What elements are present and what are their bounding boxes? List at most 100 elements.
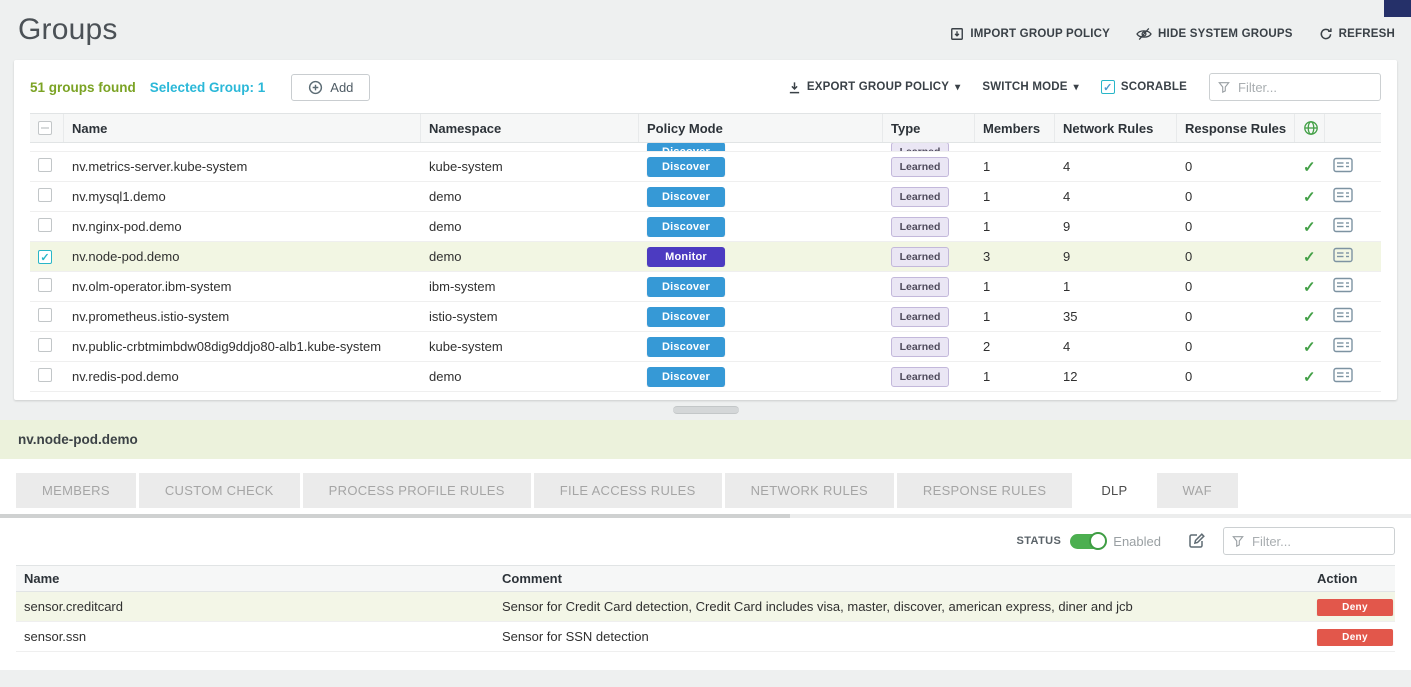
response-rules-cell: 0 — [1177, 219, 1295, 234]
type-badge: Learned — [891, 217, 949, 237]
group-namespace-cell: ibm-system — [421, 279, 639, 294]
row-checkbox[interactable] — [38, 218, 52, 232]
select-all-checkbox[interactable] — [38, 121, 52, 135]
refresh-button[interactable]: REFRESH — [1319, 27, 1395, 41]
edit-sensors-button[interactable] — [1188, 532, 1206, 550]
type-badge: Learned — [891, 247, 949, 267]
response-rules-cell: 0 — [1177, 279, 1295, 294]
type-badge: Learned — [891, 277, 949, 297]
group-row[interactable]: nv.prometheus.istio-systemistio-systemDi… — [30, 302, 1381, 332]
group-detail-icon[interactable] — [1333, 337, 1353, 353]
row-checkbox[interactable] — [38, 250, 52, 264]
group-namespace-cell: kube-system — [421, 159, 639, 174]
column-header-policy-mode[interactable]: Policy Mode — [639, 114, 883, 142]
members-cell: 1 — [975, 189, 1055, 204]
row-checkbox[interactable] — [38, 158, 52, 172]
plus-circle-icon — [308, 80, 323, 95]
column-header-namespace[interactable]: Namespace — [421, 114, 639, 142]
column-header-network-rules[interactable]: Network Rules — [1055, 114, 1177, 142]
switch-mode-button[interactable]: SWITCH MODE — [982, 81, 1078, 93]
sensor-name-cell: sensor.ssn — [16, 629, 494, 644]
policy-mode-button[interactable]: Discover — [647, 157, 725, 177]
dlp-filter-input[interactable] — [1250, 533, 1386, 550]
policy-mode-button[interactable]: Discover — [647, 307, 725, 327]
group-row[interactable]: nv.mysql1.demodemoDiscoverLearned140 — [30, 182, 1381, 212]
check-icon — [40, 249, 49, 264]
group-detail-icon[interactable] — [1333, 367, 1353, 383]
group-row[interactable]: nv.node-pod.demodemoMonitorLearned390 — [30, 242, 1381, 272]
tab-process-profile-rules[interactable]: PROCESS PROFILE RULES — [303, 473, 531, 508]
group-row-partial[interactable]: Discover Learned — [30, 143, 1381, 152]
policy-mode-button[interactable]: Discover — [647, 143, 725, 152]
group-detail-icon[interactable] — [1333, 187, 1353, 203]
group-detail-icon[interactable] — [1333, 277, 1353, 293]
selected-group-count: Selected Group: 1 — [150, 80, 266, 95]
tab-members[interactable]: MEMBERS — [16, 473, 136, 508]
import-group-policy-button[interactable]: IMPORT GROUP POLICY — [950, 27, 1110, 41]
status-toggle[interactable] — [1070, 534, 1104, 549]
status-label: STATUS — [1017, 535, 1062, 547]
column-header-members[interactable]: Members — [975, 114, 1055, 142]
group-row[interactable]: nv.metrics-server.kube-systemkube-system… — [30, 152, 1381, 182]
sensor-name-cell: sensor.creditcard — [16, 599, 494, 614]
sensor-row[interactable]: sensor.ssnSensor for SSN detectionDeny — [16, 622, 1395, 652]
policy-mode-button[interactable]: Discover — [647, 337, 725, 357]
header-actions: IMPORT GROUP POLICY HIDE SYSTEM GROUPS R… — [950, 27, 1395, 41]
group-detail-icon[interactable] — [1333, 307, 1353, 323]
group-row[interactable]: nv.olm-operator.ibm-systemibm-system Disc… — [30, 272, 1381, 302]
dlp-table-header: Name Comment Action — [16, 565, 1395, 592]
sensor-row[interactable]: sensor.creditcardSensor for Credit Card … — [16, 592, 1395, 622]
groups-found-count: 51 groups found — [30, 80, 136, 95]
panel-resizer[interactable] — [0, 400, 1411, 420]
row-checkbox[interactable] — [38, 338, 52, 352]
policy-mode-button[interactable]: Discover — [647, 187, 725, 207]
export-group-policy-button[interactable]: EXPORT GROUP POLICY — [788, 81, 960, 94]
deny-button[interactable]: Deny — [1317, 629, 1393, 646]
status-value: Enabled — [1113, 534, 1161, 549]
tab-custom-check[interactable]: CUSTOM CHECK — [139, 473, 300, 508]
network-rules-cell: 35 — [1055, 309, 1177, 324]
row-checkbox[interactable] — [38, 368, 52, 382]
tab-response-rules[interactable]: RESPONSE RULES — [897, 473, 1072, 508]
response-rules-cell: 0 — [1177, 339, 1295, 354]
scorable-checkbox[interactable] — [1101, 80, 1115, 94]
row-checkbox[interactable] — [38, 278, 52, 292]
group-row[interactable]: nv.public-crbtmimbdw08dig9ddjo80-alb1.ku… — [30, 332, 1381, 362]
row-checkbox[interactable] — [38, 188, 52, 202]
column-header-name[interactable]: Name — [64, 114, 421, 142]
group-detail-icon[interactable] — [1333, 247, 1353, 263]
tab-network-rules[interactable]: NETWORK RULES — [725, 473, 894, 508]
dlp-filter — [1223, 527, 1395, 555]
policy-mode-button[interactable]: Discover — [647, 367, 725, 387]
scorable-label: SCORABLE — [1121, 81, 1187, 93]
policy-mode-button[interactable]: Discover — [647, 277, 725, 297]
add-button[interactable]: Add — [291, 74, 370, 101]
row-checkbox[interactable] — [38, 308, 52, 322]
group-detail-icon[interactable] — [1333, 217, 1353, 233]
group-namespace-cell: demo — [421, 219, 639, 234]
hide-system-groups-button[interactable]: HIDE SYSTEM GROUPS — [1136, 27, 1293, 41]
groups-filter-input[interactable] — [1236, 79, 1372, 96]
corner-panel-tab[interactable] — [1384, 0, 1411, 17]
column-header-type[interactable]: Type — [883, 114, 975, 142]
group-detail-icon[interactable] — [1333, 157, 1353, 173]
scorable-check-icon — [1303, 248, 1316, 266]
tab-file-access-rules[interactable]: FILE ACCESS RULES — [534, 473, 722, 508]
tab-waf[interactable]: WAF — [1157, 473, 1238, 508]
group-row[interactable]: nv.redis-pod.demodemoDiscoverLearned1120 — [30, 362, 1381, 392]
scorable-check-icon — [1303, 338, 1316, 356]
deny-button[interactable]: Deny — [1317, 599, 1393, 616]
groups-toolbar: 51 groups found Selected Group: 1 Add EX… — [30, 60, 1381, 113]
group-name-cell: nv.node-pod.demo — [64, 249, 421, 264]
scorable-control[interactable]: SCORABLE — [1101, 80, 1187, 94]
refresh-label: REFRESH — [1339, 28, 1395, 40]
export-group-policy-label: EXPORT GROUP POLICY — [807, 81, 949, 93]
tab-dlp[interactable]: DLP — [1075, 473, 1153, 508]
hide-system-groups-label: HIDE SYSTEM GROUPS — [1158, 28, 1293, 40]
policy-mode-button[interactable]: Discover — [647, 217, 725, 237]
group-name-cell: nv.olm-operator.ibm-system — [64, 279, 421, 294]
column-header-response-rules[interactable]: Response Rules — [1177, 114, 1295, 142]
group-row[interactable]: nv.nginx-pod.demodemoDiscoverLearned190 — [30, 212, 1381, 242]
network-rules-cell: 1 — [1055, 279, 1177, 294]
policy-mode-button[interactable]: Monitor — [647, 247, 725, 267]
